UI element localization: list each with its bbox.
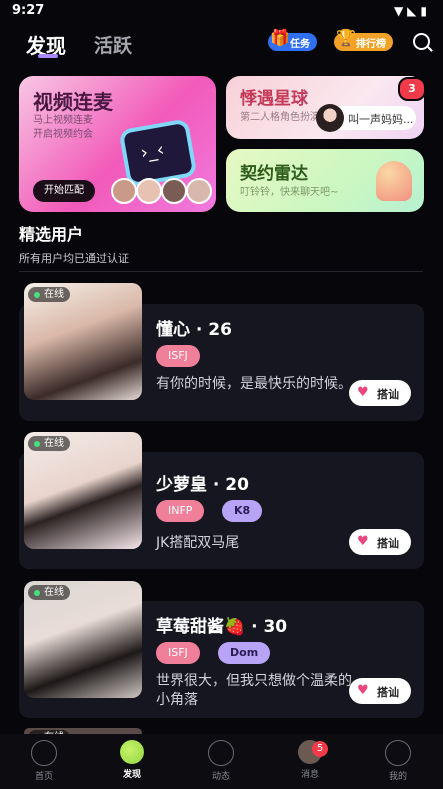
user-photo[interactable]: 在线 [24, 283, 142, 400]
search-icon[interactable] [413, 33, 430, 50]
nav-discover[interactable]: 发现 [102, 740, 162, 780]
planet-card-title: 悸遇星球 [240, 89, 308, 109]
section-title: 精选用户 [19, 225, 84, 244]
ranking-button[interactable]: 🏆 排行榜 [334, 28, 393, 51]
online-badge: 在线 [28, 287, 70, 302]
user-bio: JK搭配双马尾 [156, 535, 240, 551]
tv-face: ›_‹ [139, 139, 166, 164]
nav-profile[interactable]: 我的 [368, 740, 428, 782]
planet-card-subtitle: 第二人格角色扮演 [240, 112, 320, 123]
video-match-card[interactable]: 视频连麦 马上视频连麦 开启视频约会 ›_‹ 开始匹配 [19, 76, 216, 212]
heart-icon: ♥ [357, 385, 369, 400]
status-time: 9:27 [12, 3, 45, 18]
compass-icon [208, 740, 234, 766]
user-bio: 有你的时候，是最快乐的时候。 [156, 376, 352, 392]
online-badge: 在线 [28, 436, 70, 451]
start-match-button[interactable]: 开始匹配 [33, 180, 95, 202]
nav-messages-label: 消息 [300, 770, 319, 780]
avatar [161, 178, 188, 204]
message-badge: 5 [312, 741, 328, 757]
gift-icon: 🎁 [270, 28, 290, 47]
video-sub-line1: 马上视频连麦 [33, 115, 93, 126]
nav-messages[interactable]: 消息 [280, 740, 340, 780]
user-name: 少萝皇 · 20 [156, 475, 249, 495]
tab-active-indicator [38, 54, 58, 58]
greet-label: 搭讪 [377, 537, 399, 550]
planet-bubble-text: 叫一声妈妈... [348, 113, 414, 126]
video-card-subtitle: 马上视频连麦 开启视频约会 [33, 114, 93, 142]
bottom-nav: 首页 发现 动态 消息 我的 [0, 734, 443, 789]
heart-icon: ♥ [357, 683, 369, 698]
status-bar: 9:27 ▼◣▮ [0, 0, 443, 22]
match-avatars [111, 178, 213, 208]
planet-card[interactable]: 悸遇星球 第二人格角色扮演 叫一声妈妈... [226, 76, 424, 139]
user-tag: K8 [222, 500, 263, 522]
video-card-title: 视频连麦 [33, 90, 113, 114]
heart-icon: ♥ [357, 534, 369, 549]
system-icons: ▼◣▮ [393, 4, 431, 18]
greet-button[interactable]: ♥ 搭讪 [349, 529, 411, 555]
bell-icon [376, 161, 412, 201]
avatar [111, 178, 137, 204]
nav-home[interactable]: 首页 [14, 740, 74, 782]
planet-chat-bubble: 叫一声妈妈... [316, 104, 416, 132]
user-photo[interactable]: 在线 [24, 581, 142, 698]
radar-card-title: 契约雷达 [240, 164, 308, 184]
greet-button[interactable]: ♥ 搭讪 [349, 678, 411, 704]
greet-button[interactable]: ♥ 搭讪 [349, 380, 411, 406]
radar-card[interactable]: 契约雷达 叮铃铃，快来聊天吧~ [226, 149, 424, 212]
task-label: 任务 [290, 38, 310, 50]
mbti-tag: ISFJ [156, 642, 200, 664]
user-name: 草莓甜酱🍓 · 30 [156, 617, 288, 637]
online-badge: 在线 [28, 585, 70, 600]
nav-moments-label: 动态 [211, 772, 230, 782]
nav-discover-label: 发现 [122, 770, 141, 780]
smile-icon [385, 740, 411, 766]
greet-label: 搭讪 [377, 686, 399, 699]
trophy-icon: 🏆 [336, 28, 356, 47]
task-button[interactable]: 🎁 任务 [268, 28, 317, 51]
planet-notification-badge: 3 [398, 77, 426, 101]
radar-card-subtitle: 叮铃铃，快来聊天吧~ [240, 187, 339, 198]
avatar [136, 178, 163, 204]
avatar [316, 104, 344, 132]
nav-moments[interactable]: 动态 [191, 740, 251, 782]
section-subtitle: 所有用户均已通过认证 [19, 252, 129, 265]
ranking-label: 排行榜 [356, 38, 386, 50]
nav-profile-label: 我的 [388, 772, 407, 782]
tab-active-users[interactable]: 活跃 [94, 31, 132, 58]
user-tag: Dom [218, 642, 271, 664]
user-photo[interactable]: 在线 [24, 432, 142, 549]
mbti-tag: ISFJ [156, 345, 200, 367]
avatar [186, 178, 213, 204]
divider [19, 271, 423, 272]
home-icon [31, 740, 57, 766]
discover-icon [120, 740, 144, 764]
greet-label: 搭讪 [377, 388, 399, 401]
user-bio: 世界很大，但我只想做个温柔的小角落 [156, 673, 352, 708]
video-sub-line2: 开启视频约会 [33, 129, 93, 140]
nav-home-label: 首页 [34, 772, 53, 782]
mbti-tag: INFP [156, 500, 205, 522]
user-name: 懂心 · 26 [156, 320, 232, 340]
